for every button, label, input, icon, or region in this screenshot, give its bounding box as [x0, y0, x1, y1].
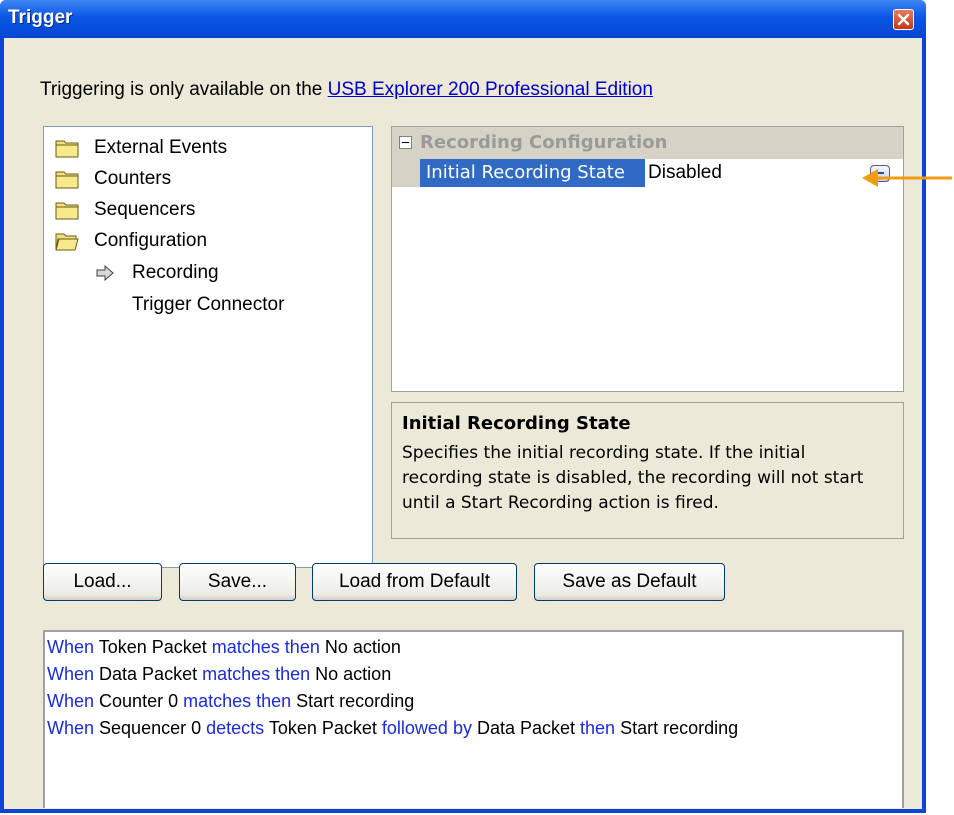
- rule-text: No action: [310, 664, 392, 684]
- edition-notice: Triggering is only available on the USB …: [40, 79, 653, 101]
- rule-item[interactable]: When Token Packet matches then No action: [47, 637, 401, 658]
- save-button[interactable]: Save...: [179, 563, 296, 601]
- edition-link[interactable]: USB Explorer 200 Professional Edition: [328, 79, 653, 100]
- property-value[interactable]: Disabled: [648, 159, 722, 187]
- description-title: Initial Recording State: [402, 413, 631, 434]
- load-button[interactable]: Load...: [43, 563, 162, 601]
- rule-text: Start recording: [291, 691, 415, 711]
- rule-keyword: matches then: [211, 637, 320, 657]
- tree-item-counters[interactable]: Counters: [94, 168, 171, 190]
- rule-item[interactable]: When Sequencer 0 detects Token Packet fo…: [47, 718, 738, 739]
- property-row[interactable]: Initial Recording State Disabled: [392, 159, 903, 189]
- property-grid[interactable]: Recording Configuration Initial Recordin…: [391, 126, 904, 392]
- category-header[interactable]: Recording Configuration: [392, 127, 903, 159]
- tree-item-recording[interactable]: Recording: [132, 262, 219, 284]
- rule-text: Data Packet: [94, 664, 203, 684]
- rule-keyword: detects: [206, 718, 265, 738]
- folder-open-icon: [55, 233, 79, 251]
- rule-text: Token Packet: [264, 718, 382, 738]
- rule-text: Data Packet: [471, 718, 581, 738]
- close-icon: [897, 13, 910, 26]
- description-panel: Initial Recording State Specifies the in…: [391, 402, 904, 539]
- rule-keyword: When: [47, 637, 95, 657]
- property-name[interactable]: Initial Recording State: [420, 159, 645, 187]
- tree-item-sequencers[interactable]: Sequencers: [94, 199, 195, 221]
- save-as-default-button[interactable]: Save as Default: [534, 563, 725, 601]
- category-label: Recording Configuration: [420, 132, 668, 153]
- rule-item[interactable]: When Data Packet matches then No action: [47, 664, 391, 685]
- row-gutter: [392, 159, 420, 187]
- rule-item[interactable]: When Counter 0 matches then Start record…: [47, 691, 414, 712]
- rule-keyword: followed by: [381, 718, 472, 738]
- close-button[interactable]: [893, 9, 914, 30]
- notice-text: Triggering is only available on the: [40, 79, 328, 100]
- rule-keyword: When: [47, 718, 95, 738]
- rule-keyword: then: [580, 718, 616, 738]
- tree-item-trigger-connector[interactable]: Trigger Connector: [132, 294, 284, 316]
- window-title: Trigger: [8, 7, 73, 28]
- folder-icon: [55, 140, 79, 158]
- arrow-right-icon: [96, 265, 114, 281]
- folder-icon: [55, 171, 79, 189]
- rule-keyword: matches then: [183, 691, 292, 711]
- load-from-default-button[interactable]: Load from Default: [312, 563, 517, 601]
- rules-list[interactable]: When Token Packet matches then No action…: [43, 630, 904, 808]
- rule-text: Start recording: [615, 718, 739, 738]
- trigger-tree[interactable]: External Events Counters Sequencers Conf…: [43, 126, 373, 568]
- annotation-arrow-icon: [862, 169, 952, 187]
- rule-text: No action: [319, 637, 401, 657]
- rule-text: Token Packet: [94, 637, 212, 657]
- title-bar[interactable]: Trigger: [0, 0, 926, 38]
- description-text: Specifies the initial recording state. I…: [402, 443, 864, 513]
- collapse-icon[interactable]: [399, 136, 412, 149]
- tree-item-external-events[interactable]: External Events: [94, 137, 227, 159]
- folder-icon: [55, 202, 79, 220]
- rule-keyword: When: [47, 691, 95, 711]
- rule-keyword: matches then: [202, 664, 311, 684]
- rule-text: Sequencer 0: [94, 718, 207, 738]
- rule-text: Counter 0: [94, 691, 184, 711]
- tree-item-configuration[interactable]: Configuration: [94, 230, 207, 252]
- rule-keyword: When: [47, 664, 95, 684]
